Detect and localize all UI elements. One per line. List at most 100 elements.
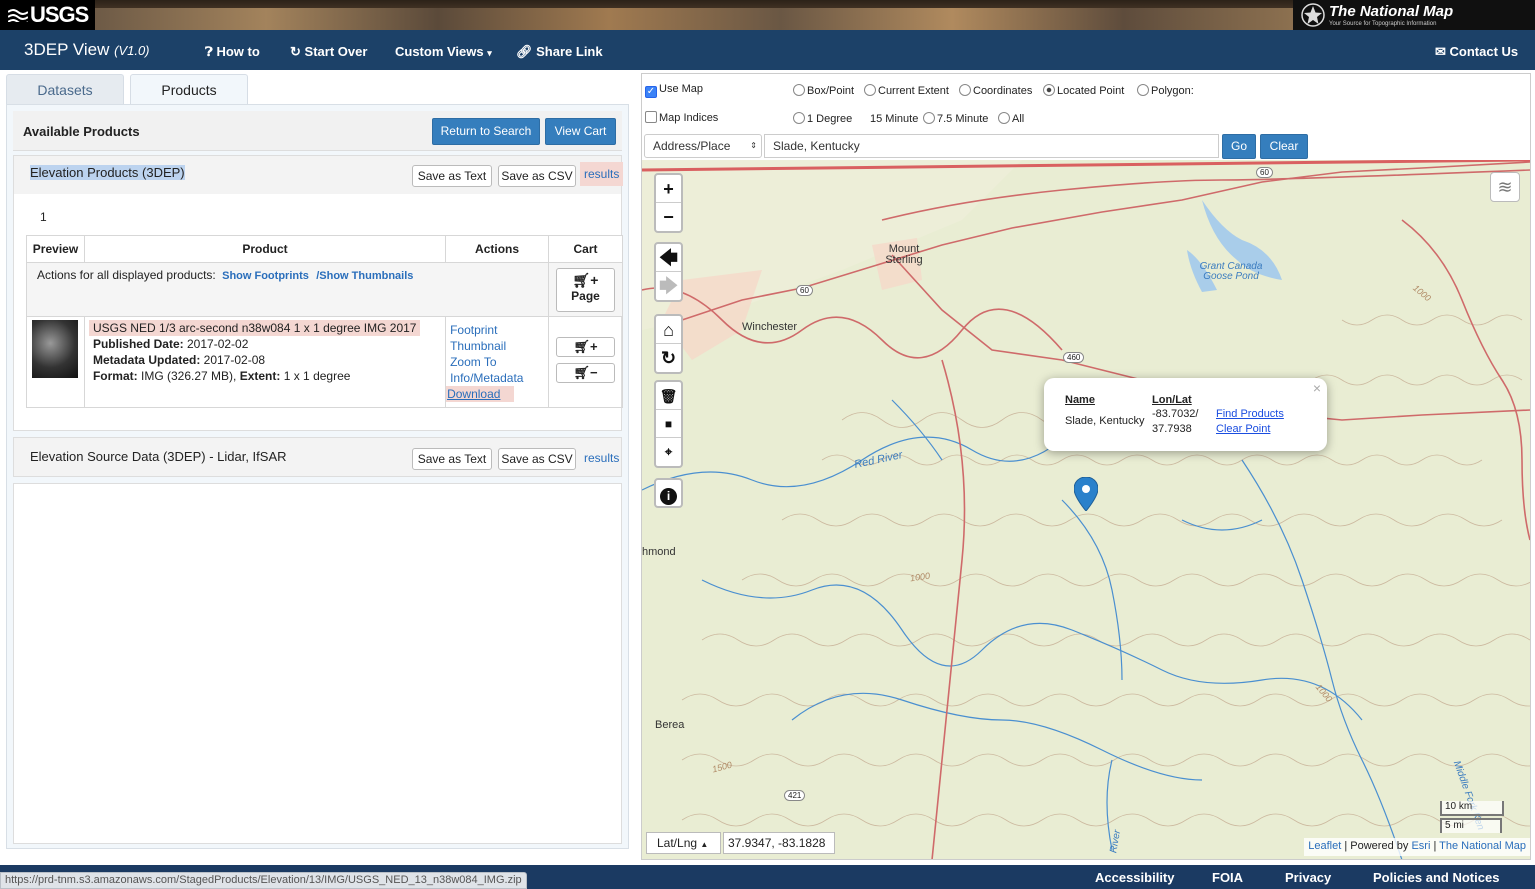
- home-icon[interactable]: ⌂: [656, 316, 681, 344]
- national-map-link[interactable]: The National Map: [1439, 840, 1526, 852]
- source-results-link[interactable]: results: [584, 451, 619, 465]
- foia-link[interactable]: FOIA: [1212, 870, 1243, 885]
- share-link-label: Share Link: [536, 44, 603, 59]
- cart-cell: 🛒︎+ 🛒︎−: [548, 316, 623, 408]
- envelope-icon: ✉: [1435, 44, 1446, 59]
- save-as-text-button[interactable]: Save as Text: [412, 165, 492, 187]
- coord-mode-button[interactable]: Lat/Lng ▲: [646, 832, 721, 854]
- add-page-to-cart-button[interactable]: 🛒︎+ Page: [556, 267, 615, 312]
- radio-7-5-minute[interactable]: 7.5 Minute: [923, 112, 988, 125]
- radio-current-extent[interactable]: Current Extent: [864, 84, 949, 97]
- forward-arrow-icon[interactable]: 🡆: [656, 272, 681, 300]
- policies-link[interactable]: Policies and Notices: [1373, 870, 1499, 885]
- add-to-cart-button[interactable]: 🛒︎+: [556, 337, 615, 357]
- col-cart: Cart: [548, 235, 623, 263]
- radio-coordinates[interactable]: Coordinates: [959, 84, 1032, 97]
- footprint-link[interactable]: Footprint: [450, 322, 544, 338]
- elevation-products-title[interactable]: Elevation Products (3DEP): [30, 165, 185, 180]
- location-marker-icon[interactable]: [1074, 477, 1098, 511]
- national-map-logo[interactable]: The National Map Your Source for Topogra…: [1293, 0, 1535, 30]
- thumbnail-link[interactable]: Thumbnail: [450, 338, 544, 354]
- source-data-title[interactable]: Elevation Source Data (3DEP) - Lidar, If…: [30, 449, 287, 464]
- zoom-in-button[interactable]: +: [656, 175, 681, 203]
- zoom-out-button[interactable]: −: [656, 203, 681, 231]
- show-thumbnails-link[interactable]: /Show Thumbnails: [316, 270, 413, 282]
- radio-polygon[interactable]: Polygon:: [1137, 84, 1194, 97]
- metadata-date: 2017-02-08: [203, 353, 266, 367]
- accessibility-link[interactable]: Accessibility: [1095, 870, 1175, 885]
- use-map-checkbox[interactable]: ✓ Use Map: [645, 83, 703, 98]
- route-shield: 421: [784, 790, 806, 801]
- zoom-to-link[interactable]: Zoom To: [450, 354, 544, 370]
- contact-us-link[interactable]: ✉ Contact Us: [1435, 44, 1518, 60]
- refresh-map-icon[interactable]: ↻: [656, 344, 681, 372]
- map-label-mount-sterling: Mount Sterling: [885, 243, 923, 266]
- info-icon[interactable]: i: [656, 480, 681, 508]
- map-canvas[interactable]: Mount Sterling Winchester hmond Berea Re…: [642, 160, 1530, 859]
- popup-lonlat-header: Lon/Lat: [1152, 394, 1192, 406]
- radio-15-minute[interactable]: 15 Minute: [856, 112, 918, 125]
- layers-icon[interactable]: ≋: [1490, 172, 1520, 202]
- map-indices-label: Map Indices: [659, 112, 719, 124]
- back-arrow-icon[interactable]: 🡄: [656, 244, 681, 272]
- custom-views-dropdown[interactable]: Custom Views ▾: [395, 44, 492, 59]
- clear-button[interactable]: Clear: [1260, 134, 1308, 159]
- clear-point-link[interactable]: Clear Point: [1216, 423, 1270, 435]
- published-label: Published Date:: [92, 337, 184, 351]
- refresh-icon: ↻: [290, 44, 301, 59]
- start-over-link[interactable]: ↻ Start Over: [290, 44, 367, 60]
- product-thumbnail[interactable]: [32, 320, 79, 378]
- top-navbar: 3DEP View (V1.0) ❓︎ How to ↻ Start Over …: [0, 30, 1535, 70]
- save-as-csv-button[interactable]: Save as CSV: [498, 165, 576, 187]
- go-button[interactable]: Go: [1222, 134, 1256, 159]
- view-cart-button[interactable]: View Cart: [545, 118, 616, 145]
- radio-located-point[interactable]: Located Point: [1043, 84, 1124, 97]
- how-to-link[interactable]: ❓︎ How to: [205, 44, 260, 60]
- location-popup: × Name Lon/Lat Slade, Kentucky -83.7032/…: [1044, 378, 1327, 451]
- search-type-select[interactable]: Address/Place ⇕: [644, 134, 762, 158]
- source-save-as-csv-button[interactable]: Save as CSV: [498, 448, 576, 470]
- radio-icon: [864, 84, 876, 96]
- radio-15-minute-label: 15 Minute: [870, 113, 919, 125]
- privacy-link[interactable]: Privacy: [1285, 870, 1331, 885]
- use-map-label: Use Map: [659, 83, 704, 95]
- map-label-winchester: Winchester: [742, 321, 798, 333]
- results-link[interactable]: results: [580, 162, 624, 186]
- marker-draw-icon[interactable]: ⌖: [656, 438, 681, 466]
- download-link[interactable]: Download: [446, 386, 515, 402]
- info-metadata-link[interactable]: Info/Metadata: [450, 370, 544, 386]
- draw-control: 🗑︎ ■ ⌖: [654, 380, 683, 468]
- radio-1-degree[interactable]: 1 Degree: [793, 112, 852, 125]
- show-footprints-link[interactable]: Show Footprints: [222, 270, 309, 282]
- app-title[interactable]: 3DEP View (V1.0): [24, 40, 150, 60]
- map-indices-checkbox[interactable]: Map Indices: [645, 111, 718, 124]
- remove-from-cart-button[interactable]: 🛒︎−: [556, 363, 615, 383]
- tnm-title: The National Map: [1329, 3, 1454, 20]
- radio-all[interactable]: All: [998, 112, 1024, 125]
- usgs-logo[interactable]: USGS: [0, 0, 95, 30]
- share-link[interactable]: 🔗︎ Share Link: [516, 44, 603, 60]
- info-control: i: [654, 478, 683, 508]
- left-panel: Datasets Products Available Products Ret…: [6, 73, 629, 849]
- custom-views-label: Custom Views: [395, 44, 484, 59]
- trash-icon[interactable]: 🗑︎: [656, 382, 681, 410]
- find-products-link[interactable]: Find Products: [1216, 408, 1284, 420]
- top-banner: USGS The National Map Your Source for To…: [0, 0, 1535, 30]
- return-to-search-button[interactable]: Return to Search: [432, 118, 540, 145]
- page-number[interactable]: 1: [40, 210, 47, 224]
- extent-label: Extent:: [239, 369, 281, 383]
- source-save-as-text-button[interactable]: Save as Text: [412, 448, 492, 470]
- tab-products[interactable]: Products: [130, 74, 248, 105]
- unchecked-box-icon: [645, 111, 657, 123]
- rectangle-draw-icon[interactable]: ■: [656, 410, 681, 438]
- tab-datasets[interactable]: Datasets: [6, 74, 124, 105]
- search-input[interactable]: Slade, Kentucky: [764, 134, 1219, 158]
- map-label-richmond: hmond: [642, 546, 676, 558]
- esri-link[interactable]: Esri: [1411, 840, 1430, 852]
- route-shield: 460: [1063, 352, 1085, 363]
- leaflet-link[interactable]: Leaflet: [1308, 840, 1341, 852]
- radio-polygon-label: Polygon:: [1151, 85, 1194, 97]
- home-refresh-control: ⌂ ↻: [654, 314, 683, 374]
- radio-box-point[interactable]: Box/Point: [793, 84, 854, 97]
- close-icon[interactable]: ×: [1313, 380, 1321, 396]
